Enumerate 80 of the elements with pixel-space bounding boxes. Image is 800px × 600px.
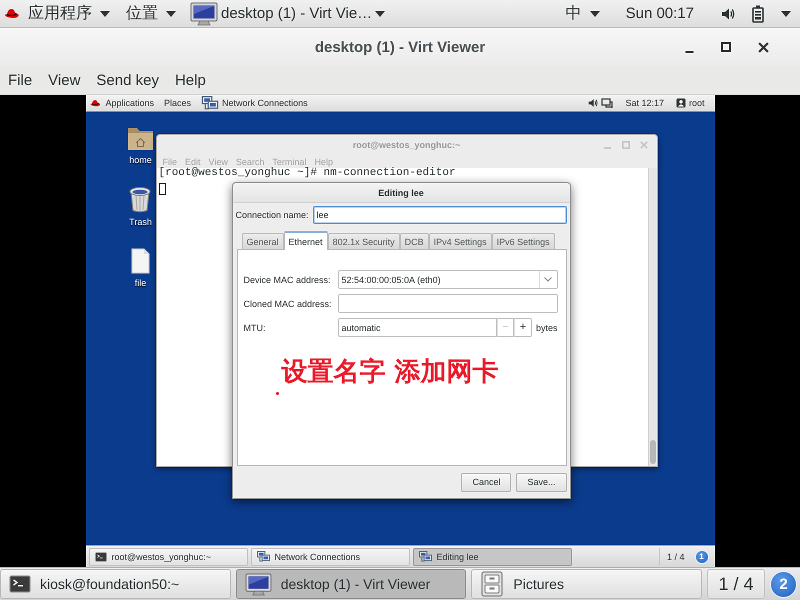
- number-field[interactable]: automatic: [338, 318, 498, 337]
- dialog-button[interactable]: Save...: [516, 472, 566, 492]
- monitor-icon: [190, 2, 218, 26]
- maximize-icon: [721, 42, 731, 52]
- minimize-icon: [604, 147, 611, 149]
- person-icon: [676, 98, 686, 108]
- caret-icon: [781, 10, 791, 16]
- cabinet-icon: [480, 571, 504, 597]
- tab[interactable]: General: [242, 233, 284, 249]
- desktop-icon-label: home: [129, 155, 152, 165]
- trash-icon[interactable]: [129, 186, 152, 213]
- top-bar-menu[interactable]: 位置: [118, 0, 184, 27]
- minimize-icon: [684, 51, 694, 53]
- taskbar-item[interactable]: Pictures: [471, 569, 702, 599]
- caret-icon: [166, 10, 176, 16]
- text-field[interactable]: [338, 294, 558, 313]
- hat-icon: [4, 8, 20, 20]
- terminal-icon: [9, 575, 31, 593]
- taskbar-item[interactable]: Editing lee: [412, 548, 572, 566]
- file-icon[interactable]: [131, 248, 150, 274]
- speaker-icon: [588, 98, 598, 108]
- desktop-icon-label: file: [134, 278, 146, 288]
- desktop-icon-label: Trash: [129, 217, 152, 227]
- maximize-icon: [622, 141, 630, 149]
- chevron-icon: [544, 277, 552, 282]
- network-icon: [418, 551, 432, 562]
- taskbar-item[interactable]: desktop (1) - Virt Viewer: [236, 569, 466, 599]
- menu-item[interactable]: File: [0, 66, 40, 94]
- unit-label: bytes: [536, 322, 558, 332]
- tab[interactable]: IPv4 Settings: [428, 233, 492, 249]
- caret-icon: [375, 10, 386, 16]
- dialog-title: Editing lee: [378, 188, 424, 198]
- caret-icon: [590, 10, 600, 16]
- hat-icon: [90, 98, 100, 108]
- battery-icon: [752, 4, 764, 22]
- speaker-icon: [721, 6, 735, 20]
- cursor-icon: [158, 183, 166, 195]
- dot-icon: [276, 392, 278, 395]
- terminal-icon: [94, 552, 106, 562]
- field-label: Connection name:: [236, 210, 310, 220]
- network-icon: [601, 98, 614, 108]
- window-list-button[interactable]: desktop (1) - Virt Vie…: [184, 0, 392, 27]
- field-label: Device MAC address:: [244, 274, 332, 284]
- taskbar-item[interactable]: Network Connections: [250, 548, 410, 566]
- workspace-switcher[interactable]: 1 / 4: [658, 548, 692, 566]
- top-bar-menu[interactable]: 应用程序: [20, 0, 118, 27]
- menu-item[interactable]: Send key: [88, 66, 167, 94]
- menu-item[interactable]: Help: [166, 66, 214, 94]
- dropdown[interactable]: 52:54:00:00:05:0A (eth0): [338, 270, 558, 289]
- window-title: root@westos_yonghuc:~: [352, 140, 460, 150]
- window-title: desktop (1) - Virt Viewer: [314, 38, 486, 56]
- tab[interactable]: Ethernet: [284, 231, 328, 250]
- top-bar-menu[interactable]: Applications: [100, 95, 160, 111]
- dialog-button[interactable]: Cancel: [461, 472, 512, 492]
- terminal-line: [root@westos_yonghuc ~]# nm-connection-editor: [158, 168, 456, 179]
- taskbar-item[interactable]: root@westos_yonghuc:~: [88, 548, 248, 566]
- app-menu[interactable]: Network Connections: [196, 95, 313, 111]
- field-label: MTU:: [244, 322, 266, 332]
- taskbar-item[interactable]: kiosk@foundation50:~: [0, 569, 231, 599]
- network-icon: [256, 551, 270, 562]
- increment-button[interactable]: +: [514, 318, 532, 337]
- clock-button[interactable]: Sat 12:17: [617, 95, 672, 111]
- clock-button[interactable]: Sun 00:17: [608, 0, 712, 27]
- user-menu-button[interactable]: root: [672, 95, 708, 111]
- top-bar-menu[interactable]: Places: [159, 95, 196, 111]
- field-label: Cloned MAC address:: [244, 298, 333, 308]
- tab[interactable]: DCB: [400, 233, 429, 249]
- close-icon: [640, 141, 648, 149]
- close-icon: [758, 42, 768, 52]
- caret-icon: [100, 10, 110, 16]
- monitor-icon: [244, 572, 272, 596]
- workspace-switcher[interactable]: 1 / 4: [707, 569, 765, 599]
- input-method-menu[interactable]: 中: [558, 0, 608, 27]
- menu-item[interactable]: View: [40, 66, 88, 94]
- folder-icon[interactable]: [127, 126, 154, 151]
- annotation-text: 设置名字 添加网卡: [282, 358, 499, 387]
- scrollbar[interactable]: [648, 168, 656, 466]
- name-field[interactable]: lee: [312, 206, 566, 224]
- tab[interactable]: IPv6 Settings: [492, 233, 555, 249]
- tab[interactable]: 802.1x Security: [328, 233, 400, 249]
